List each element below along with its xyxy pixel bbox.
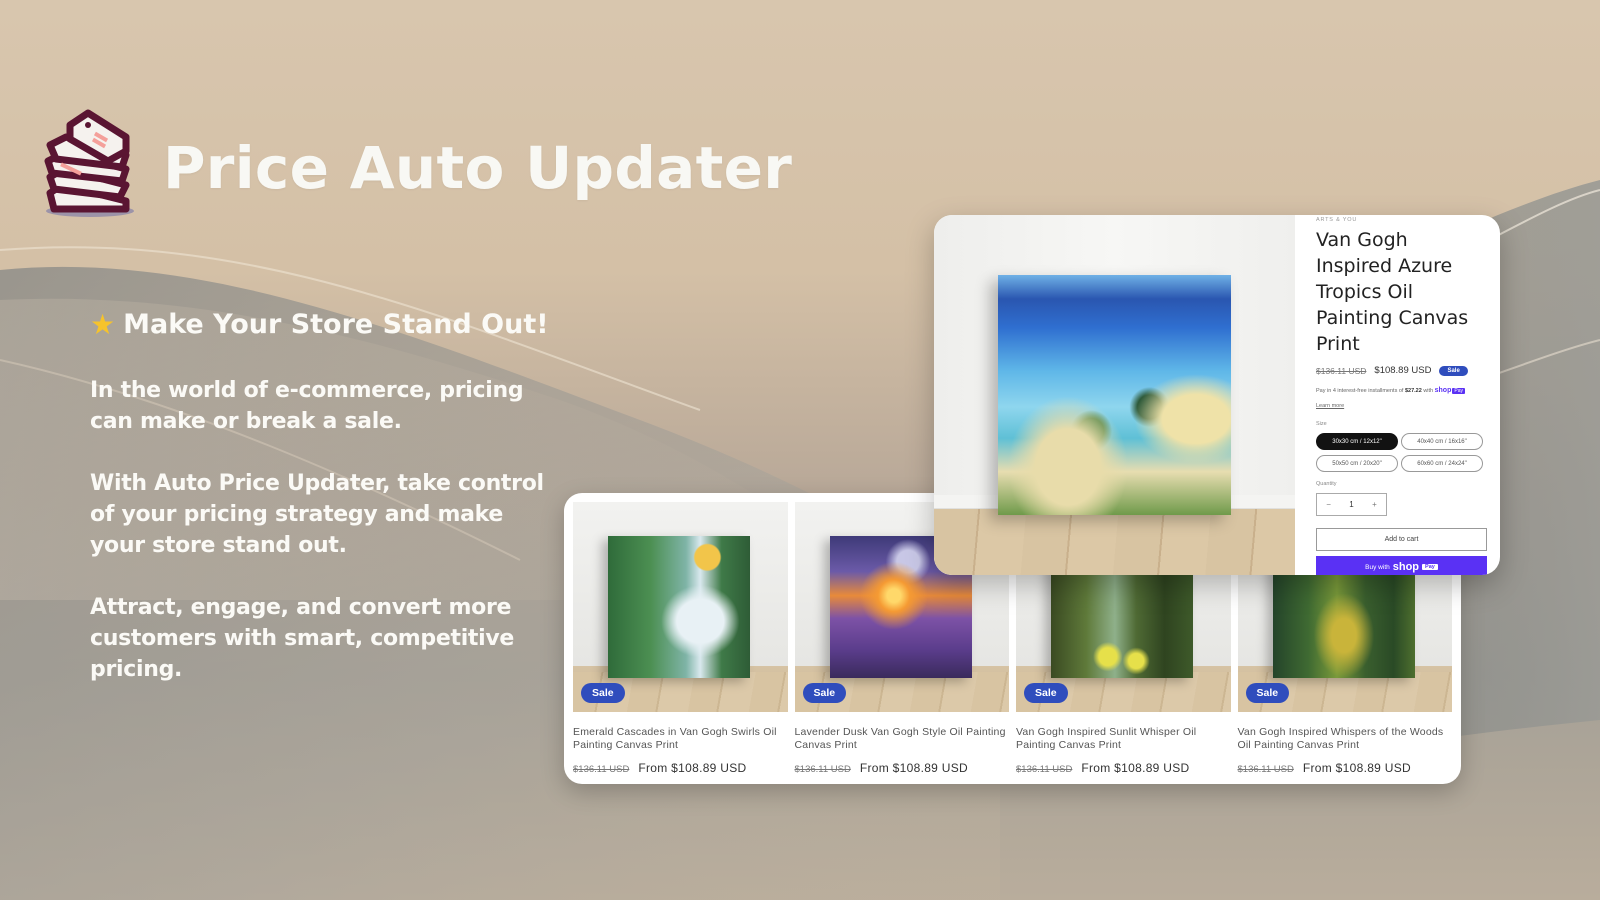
quantity-input[interactable]: 1 <box>1349 500 1353 509</box>
installment-amount: $27.22 <box>1404 388 1422 394</box>
product-title: Van Gogh Inspired Azure Tropics Oil Pain… <box>1316 229 1469 355</box>
sale-price: $108.89 USD <box>1374 365 1432 376</box>
size-option-40x40[interactable]: 40x40 cm / 16x16" <box>1401 433 1483 450</box>
product-detail-card: ARTS & YOU Van Gogh Inspired Azure Tropi… <box>934 215 1500 575</box>
size-option-60x60[interactable]: 60x60 cm / 24x24" <box>1401 455 1483 472</box>
sale-price: From $108.89 USD <box>638 761 747 775</box>
sale-badge: Sale <box>1024 683 1068 703</box>
size-option-50x50[interactable]: 50x50 cm / 20x20" <box>1316 455 1398 472</box>
sale-badge: Sale <box>1245 683 1290 703</box>
shop-pay-badge: Pay <box>1452 388 1465 394</box>
add-to-cart-button[interactable]: Add to cart <box>1316 528 1487 551</box>
product-name[interactable]: Van Gogh Inspired Whispers of the Woods … <box>1238 726 1453 752</box>
marketing-copy: ★ Make Your Store Stand Out! In the worl… <box>90 308 550 716</box>
sale-price: From $108.89 USD <box>1081 761 1190 775</box>
star-icon: ★ <box>90 308 116 341</box>
product-card[interactable]: Sale Emerald Cascades in Van Gogh Swirls… <box>573 502 788 775</box>
shop-pay-logo: shop <box>1434 387 1452 394</box>
buy-with-shop-pay-button[interactable]: Buy with shop Pay <box>1316 556 1487 575</box>
learn-more-link[interactable]: Learn more <box>1316 403 1344 409</box>
headline: ★ Make Your Store Stand Out! <box>90 308 550 341</box>
app-logo <box>42 105 138 221</box>
quantity-decrease-button[interactable]: − <box>1326 500 1331 509</box>
sale-badge: Sale <box>802 683 847 703</box>
product-info: ARTS & YOU Van Gogh Inspired Azure Tropi… <box>1295 215 1500 575</box>
paragraph-3: Attract, engage, and convert more custom… <box>90 595 515 682</box>
sale-price: From $108.89 USD <box>859 761 969 775</box>
size-selector: 30x30 cm / 12x12" 40x40 cm / 16x16" 50x5… <box>1316 433 1488 472</box>
compare-at-price: $136.11 USD <box>1016 764 1073 775</box>
product-name[interactable]: Lavender Dusk Van Gogh Style Oil Paintin… <box>795 726 1010 752</box>
sale-price: From $108.89 USD <box>1302 761 1412 775</box>
product-main-image[interactable] <box>934 215 1295 575</box>
quantity-increase-button[interactable]: + <box>1372 500 1377 509</box>
compare-at-price: $136.11 USD <box>573 764 630 775</box>
sale-badge: Sale <box>1439 365 1468 376</box>
product-name[interactable]: Emerald Cascades in Van Gogh Swirls Oil … <box>573 726 788 752</box>
vendor-name[interactable]: ARTS & YOU <box>1316 217 1488 223</box>
app-title: Price Auto Updater <box>163 134 793 202</box>
shop-pay-logo: shop <box>1392 561 1420 573</box>
compare-at-price: $136.11 USD <box>1316 365 1367 376</box>
compare-at-price: $136.11 USD <box>794 764 851 775</box>
paragraph-2: With Auto Price Updater, take control of… <box>90 471 544 558</box>
installments-info: Pay in 4 interest-free installments of $… <box>1316 387 1465 394</box>
product-name[interactable]: Van Gogh Inspired Sunlit Whisper Oil Pai… <box>1016 726 1231 752</box>
painting-azure-tropics <box>998 275 1231 515</box>
headline-text: Make Your Store Stand Out! <box>123 309 549 340</box>
compare-at-price: $136.11 USD <box>1237 764 1294 775</box>
sale-badge: Sale <box>581 683 625 703</box>
price-tag-stack-icon <box>44 109 134 217</box>
size-option-30x30[interactable]: 30x30 cm / 12x12" <box>1316 433 1398 450</box>
quantity-label: Quantity <box>1316 481 1337 487</box>
quantity-stepper: − 1 + <box>1316 493 1387 516</box>
size-label: Size <box>1316 421 1327 427</box>
paragraph-1: In the world of e-commerce, pricing can … <box>90 378 524 434</box>
product-image[interactable]: Sale <box>573 502 788 712</box>
shop-pay-badge: Pay <box>1422 564 1438 570</box>
painting-emerald-cascades <box>608 536 750 678</box>
